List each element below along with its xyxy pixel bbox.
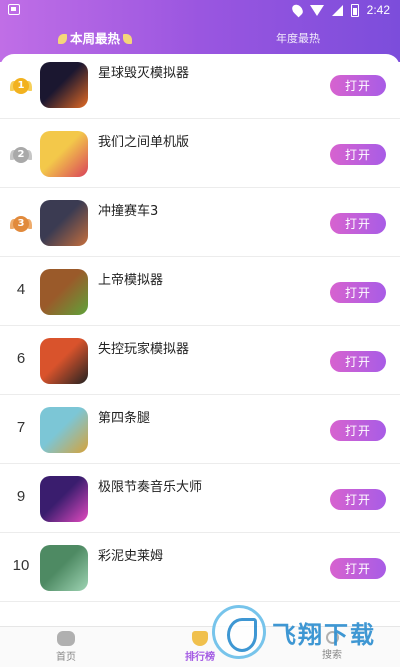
location-icon: [289, 2, 305, 18]
app-icon[interactable]: [40, 338, 88, 384]
app-icon[interactable]: [40, 407, 88, 453]
tab-weekly-hot[interactable]: 本周最热: [58, 28, 133, 50]
watermark: 飞翔下载: [212, 600, 398, 664]
open-button[interactable]: 打开: [330, 75, 386, 96]
list-item[interactable]: 9 极限节奏音乐大师打开: [0, 464, 400, 533]
list-item[interactable]: 6 失控玩家模拟器打开: [0, 326, 400, 395]
wing-right-icon: [123, 34, 133, 44]
open-button[interactable]: 打开: [330, 558, 386, 579]
wing-left-icon: [58, 34, 67, 44]
app-name: 冲撞赛车3: [98, 204, 159, 219]
list-item[interactable]: 2 我们之间单机版打开: [0, 119, 400, 188]
watermark-text: 飞翔下载: [272, 620, 376, 649]
rank-number: 4: [16, 281, 26, 298]
app-name: 我们之间单机版: [98, 135, 190, 150]
rank-number: 3: [13, 216, 29, 232]
trophy-icon: [192, 631, 208, 646]
rank-number: 9: [16, 488, 26, 505]
bronze-medal-icon: 3: [10, 214, 32, 232]
nav-home-label: 首页: [56, 652, 76, 663]
app-name: 第四条腿: [98, 411, 151, 426]
battery-icon: [350, 3, 359, 17]
tab-weekly-label: 本周最热: [70, 31, 121, 46]
app-icon[interactable]: [40, 200, 88, 246]
list-item[interactable]: 4 上帝模拟器打开: [0, 257, 400, 326]
signal-icon: [331, 4, 343, 16]
watermark-logo-icon: [212, 605, 266, 659]
nav-ranking-label: 排行榜: [185, 652, 215, 663]
open-button[interactable]: 打开: [330, 420, 386, 441]
open-button[interactable]: 打开: [330, 489, 386, 510]
ranking-list: 1 星球毁灭模拟器 打开 2 我们之间单机版 打开 3 冲撞赛车3 打开 4 上帝模拟器 打开 6 失控玩…: [0, 54, 400, 626]
app-name: 上帝模拟器: [98, 273, 164, 288]
rank-number: 2: [13, 147, 29, 163]
ranking-tabs: 本周最热 年度最热: [0, 28, 400, 50]
list-item[interactable]: 10 彩泥史莱姆打开: [0, 533, 400, 602]
wifi-icon: [309, 4, 324, 16]
status-time: 2:42: [366, 3, 390, 17]
app-icon[interactable]: [40, 131, 88, 177]
list-item[interactable]: 7 第四条腿打开: [0, 395, 400, 464]
app-name: 彩泥史莱姆: [98, 549, 164, 564]
rank-number: 7: [16, 419, 26, 436]
open-button[interactable]: 打开: [330, 351, 386, 372]
tab-yearly-hot[interactable]: 年度最热: [276, 28, 320, 50]
open-button[interactable]: 打开: [330, 144, 386, 165]
list-item[interactable]: 3 冲撞赛车3 打开: [0, 188, 400, 257]
app-icon[interactable]: [40, 62, 88, 108]
notification-icon: [8, 4, 20, 15]
app-name: 失控玩家模拟器: [98, 342, 190, 357]
app-icon[interactable]: [40, 476, 88, 522]
gamepad-icon: [57, 631, 75, 646]
rank-number: 6: [16, 350, 26, 367]
status-bar: 2:42: [0, 0, 400, 20]
list-item[interactable]: 1 星球毁灭模拟器打开: [0, 54, 400, 119]
rank-number: 1: [13, 78, 29, 94]
app-name: 极限节奏音乐大师: [98, 480, 203, 495]
app-icon[interactable]: [40, 269, 88, 315]
silver-medal-icon: 2: [10, 145, 32, 163]
app-icon[interactable]: [40, 545, 88, 591]
rank-number: 10: [12, 557, 30, 574]
open-button[interactable]: 打开: [330, 282, 386, 303]
app-name: 星球毁灭模拟器: [98, 66, 190, 81]
nav-home[interactable]: 首页: [36, 631, 96, 663]
open-button[interactable]: 打开: [330, 213, 386, 234]
gold-medal-icon: 1: [10, 76, 32, 94]
